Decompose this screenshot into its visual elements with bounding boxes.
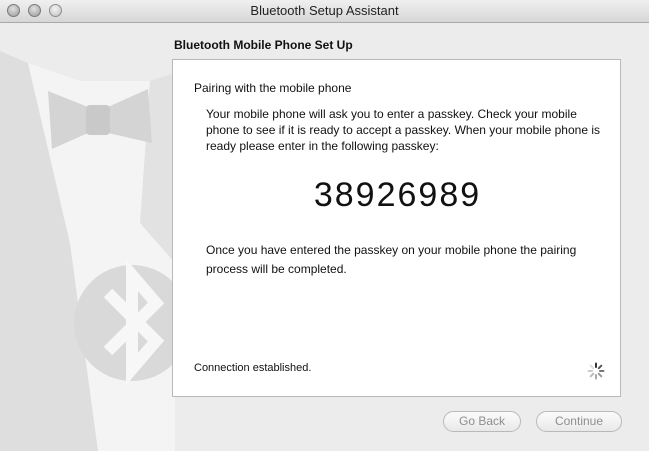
- section-title: Bluetooth Mobile Phone Set Up: [174, 38, 353, 52]
- continue-button[interactable]: Continue: [536, 411, 622, 432]
- status-text: Connection established.: [194, 362, 312, 374]
- panel-heading: Pairing with the mobile phone: [194, 81, 352, 95]
- passkey-display: 38926989: [313, 176, 482, 214]
- completion-text: Once you have entered the passkey on you…: [206, 243, 577, 276]
- window-title: Bluetooth Setup Assistant: [250, 3, 399, 18]
- title-bar[interactable]: Bluetooth Setup Assistant: [0, 0, 649, 23]
- bluetooth-illustration: [0, 23, 175, 451]
- go-back-button[interactable]: Go Back: [443, 411, 521, 432]
- spinner-icon: [587, 362, 605, 380]
- content-panel: Pairing with the mobile phone Your mobil…: [172, 59, 621, 397]
- setup-assistant-window: Bluetooth Setup Assistant Bluetooth Mobi…: [0, 0, 649, 451]
- instructions-text: Your mobile phone will ask you to enter …: [206, 107, 600, 153]
